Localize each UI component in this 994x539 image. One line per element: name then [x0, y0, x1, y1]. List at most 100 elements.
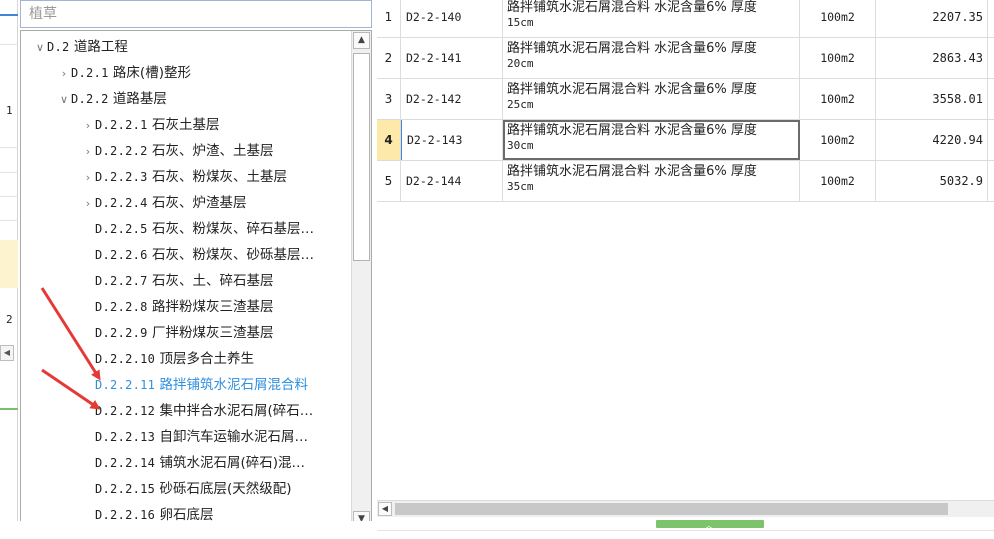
tree-item-code: D.2.2.2 — [95, 144, 148, 158]
tree-list: ∨ D.2 道路工程 › D.2.1 路床(槽)整形 ∨ D.2.2 道路基层 › D.2.2… — [21, 31, 351, 529]
tree-item-code: D.2.2.7 — [95, 274, 148, 288]
quota-thickness-text: 20cm — [507, 57, 534, 70]
tree-item[interactable]: D.2.2.7 石灰、土、碎石基层 — [81, 269, 273, 294]
tree-item-label: 道路基层 — [112, 91, 167, 107]
adjacent-panel-accent — [0, 14, 18, 16]
quota-name-cell[interactable]: 路拌铺筑水泥石屑混合料 水泥含量6% 厚度 30cm — [503, 120, 800, 160]
tree-item[interactable]: › D.2.2.4 石灰、炉渣基层 — [81, 191, 247, 216]
unit-cell[interactable]: 100m2 — [800, 38, 876, 78]
tree-item-code: D.2.2.3 — [95, 170, 148, 184]
grid-horizontal-scrollbar[interactable]: ◀ — [377, 500, 994, 517]
chevron-right-icon[interactable]: › — [57, 61, 71, 86]
tree-item-label: 路床(槽)整形 — [112, 65, 191, 81]
tree-item[interactable]: ∨ D.2 道路工程 — [33, 35, 128, 60]
row-index[interactable]: 3 — [377, 79, 401, 119]
tree-item-label: 石灰、炉渣基层 — [151, 195, 247, 211]
quota-name-text: 路拌铺筑水泥石屑混合料 水泥含量6% 厚度 — [507, 82, 757, 97]
table-row[interactable]: 2 D2-2-141 路拌铺筑水泥石屑混合料 水泥含量6% 厚度 20cm 100m2 2… — [377, 38, 994, 79]
tree-item[interactable]: D.2.2.14 铺筑水泥石屑(碎石)混… — [81, 451, 305, 476]
tree-item[interactable]: › D.2.2.3 石灰、粉煤灰、土基层 — [81, 165, 287, 190]
table-row[interactable]: 5 D2-2-144 路拌铺筑水泥石屑混合料 水泥含量6% 厚度 35cm 100m2 5… — [377, 161, 994, 202]
row-index[interactable]: 1 — [377, 0, 401, 37]
tree-item[interactable]: › D.2.2.1 石灰土基层 — [81, 113, 220, 138]
base-price-cell[interactable]: 4220.94 — [876, 120, 988, 160]
base-price-cell[interactable]: 5032.9 — [876, 161, 988, 201]
quota-code-cell[interactable]: D2-2-141 — [401, 38, 503, 78]
unit-cell[interactable]: 100m2 — [800, 120, 876, 160]
chevron-right-icon[interactable]: › — [81, 165, 95, 190]
quota-name-text: 路拌铺筑水泥石屑混合料 水泥含量6% 厚度 — [507, 41, 757, 56]
adjacent-panel-divider — [0, 147, 18, 148]
row-index[interactable]: 5 — [377, 161, 401, 201]
tree-item[interactable]: D.2.2.5 石灰、粉煤灰、碎石基层… — [81, 217, 314, 242]
quota-results-grid: 1 D2-2-140 路拌铺筑水泥石屑混合料 水泥含量6% 厚度 15cm 100m2 2… — [377, 0, 994, 520]
tree-item[interactable]: D.2.2.10 顶层多合土养生 — [81, 347, 254, 372]
row-index[interactable]: 4 — [377, 120, 401, 160]
tree-item[interactable]: D.2.2.12 集中拌合水泥石屑(碎石… — [81, 399, 313, 424]
adjacent-panel-edge: 1 2 ◀ — [0, 0, 18, 539]
tree-item[interactable]: D.2.2.11 路拌铺筑水泥石屑混合料 — [81, 373, 308, 398]
chevron-right-icon[interactable]: › — [81, 139, 95, 164]
tree-item-label: 道路工程 — [73, 39, 128, 55]
tree-item[interactable]: D.2.2.13 自卸汽车运输水泥石屑… — [81, 425, 308, 450]
tree-item[interactable]: › D.2.2.2 石灰、炉渣、土基层 — [81, 139, 274, 164]
quota-name-cell[interactable]: 路拌铺筑水泥石屑混合料 水泥含量6% 厚度 15cm — [503, 0, 800, 37]
adjacent-panel-divider — [0, 196, 18, 197]
tree-item-code: D.2.1 — [71, 66, 109, 80]
chevron-right-icon[interactable]: › — [81, 113, 95, 138]
adjacent-panel-green-rule — [0, 408, 18, 410]
unit-cell[interactable]: 100m2 — [800, 161, 876, 201]
tree-item-code: D.2.2.16 — [95, 508, 156, 522]
tree-item-code: D.2.2.1 — [95, 118, 148, 132]
scroll-left-arrow-icon[interactable]: ◀ — [378, 502, 392, 516]
quota-name-cell[interactable]: 路拌铺筑水泥石屑混合料 水泥含量6% 厚度 20cm — [503, 38, 800, 78]
quota-thickness-text: 30cm — [507, 139, 534, 152]
adjacent-scroll-left-button[interactable]: ◀ — [0, 345, 14, 361]
scroll-up-arrow-icon[interactable]: ▲ — [353, 32, 370, 49]
tree-item-code: D.2.2.12 — [95, 404, 156, 418]
category-tree: ∨ D.2 道路工程 › D.2.1 路床(槽)整形 ∨ D.2.2 道路基层 › D.2.2… — [20, 30, 372, 530]
tree-item-code: D.2 — [47, 40, 70, 54]
quota-code-cell[interactable]: D2-2-142 — [401, 79, 503, 119]
search-input[interactable] — [29, 5, 363, 21]
base-price-cell[interactable]: 3558.01 — [876, 79, 988, 119]
unit-cell[interactable]: 100m2 — [800, 0, 876, 37]
quota-code-cell[interactable]: D2-2-144 — [401, 161, 503, 201]
adjacent-panel-number: 2 — [6, 313, 13, 326]
tree-item[interactable]: D.2.2.9 厂拌粉煤灰三渣基层 — [81, 321, 273, 346]
quota-thickness-text: 15cm — [507, 16, 534, 29]
tree-vertical-scrollbar[interactable]: ▲ ▼ — [351, 31, 371, 529]
quota-name-text: 路拌铺筑水泥石屑混合料 水泥含量6% 厚度 — [507, 164, 757, 179]
tree-item-code: D.2.2.10 — [95, 352, 156, 366]
row-index[interactable]: 2 — [377, 38, 401, 78]
grid-scroll-thumb[interactable] — [395, 503, 948, 515]
chevron-right-icon[interactable]: › — [81, 191, 95, 216]
tree-item[interactable]: D.2.2.8 路拌粉煤灰三渣基层 — [81, 295, 273, 320]
quota-name-cell[interactable]: 路拌铺筑水泥石屑混合料 水泥含量6% 厚度 35cm — [503, 161, 800, 201]
tree-scroll-thumb[interactable] — [353, 53, 370, 261]
tree-item[interactable]: ∨ D.2.2 道路基层 — [57, 87, 167, 112]
table-row[interactable]: 4 D2-2-143 路拌铺筑水泥石屑混合料 水泥含量6% 厚度 30cm 100m2 4… — [377, 120, 994, 161]
tree-item[interactable]: › D.2.1 路床(槽)整形 — [57, 61, 191, 86]
search-field[interactable] — [20, 0, 372, 28]
quota-code-cell[interactable]: D2-2-140 — [401, 0, 503, 37]
tree-item-label: 路拌粉煤灰三渣基层 — [151, 299, 274, 315]
unit-cell[interactable]: 100m2 — [800, 79, 876, 119]
adjacent-panel-number: 1 — [6, 104, 13, 117]
tree-item[interactable]: D.2.2.6 石灰、粉煤灰、砂砾基层… — [81, 243, 314, 268]
panel-splitter-handle[interactable]: ︿ — [656, 520, 764, 532]
quota-thickness-text: 25cm — [507, 98, 534, 111]
base-price-cell[interactable]: 2863.43 — [876, 38, 988, 78]
quota-code-cell[interactable]: D2-2-143 — [401, 120, 503, 160]
tree-item-label: 石灰、粉煤灰、土基层 — [151, 169, 287, 185]
chevron-down-icon[interactable]: ∨ — [57, 87, 71, 112]
table-row[interactable]: 3 D2-2-142 路拌铺筑水泥石屑混合料 水泥含量6% 厚度 25cm 100m2 3… — [377, 79, 994, 120]
chevron-down-icon[interactable]: ∨ — [33, 35, 47, 60]
tree-item[interactable]: D.2.2.15 砂砾石底层(天然级配) — [81, 477, 292, 502]
base-price-cell[interactable]: 2207.35 — [876, 0, 988, 37]
adjacent-panel-divider — [0, 220, 18, 221]
tree-item-code: D.2.2.6 — [95, 248, 148, 262]
table-row[interactable]: 1 D2-2-140 路拌铺筑水泥石屑混合料 水泥含量6% 厚度 15cm 100m2 2… — [377, 0, 994, 38]
quota-name-cell[interactable]: 路拌铺筑水泥石屑混合料 水泥含量6% 厚度 25cm — [503, 79, 800, 119]
chevron-up-icon: ︿ — [704, 521, 714, 532]
